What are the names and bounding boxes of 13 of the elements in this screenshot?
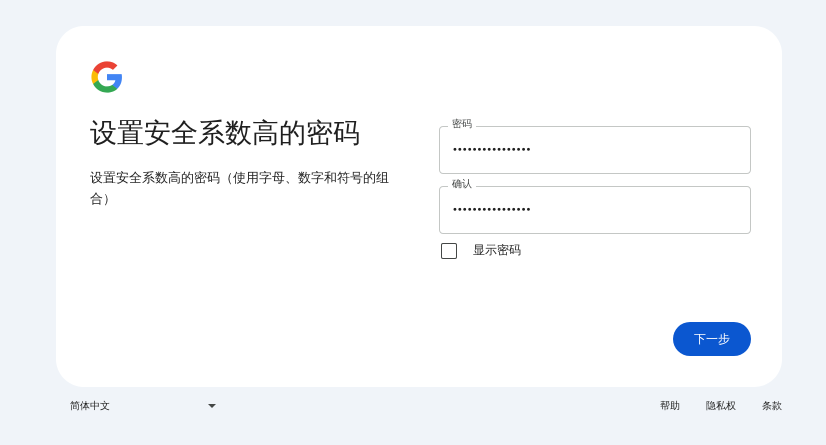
language-selector[interactable]: 简体中文 <box>70 399 216 413</box>
password-field[interactable]: 确认 •••••••••••••••• <box>439 178 751 234</box>
page-title: 设置安全系数高的密码 <box>90 117 361 151</box>
dropdown-caret-icon <box>208 404 216 408</box>
google-logo <box>90 60 124 94</box>
description: 设置安全系数高的密码（使用字母、数字和符号的组合） <box>90 170 390 209</box>
checkbox[interactable] <box>441 242 457 258</box>
next-button[interactable]: 下一步 <box>673 322 751 356</box>
footer-link[interactable]: 条款 <box>762 399 782 413</box>
checkbox-label: 显示密码 <box>473 242 521 259</box>
footer-link[interactable]: 帮助 <box>660 399 680 413</box>
password-field[interactable]: 密码 •••••••••••••••• <box>439 118 751 174</box>
footer-link[interactable]: 隐私权 <box>706 399 736 413</box>
